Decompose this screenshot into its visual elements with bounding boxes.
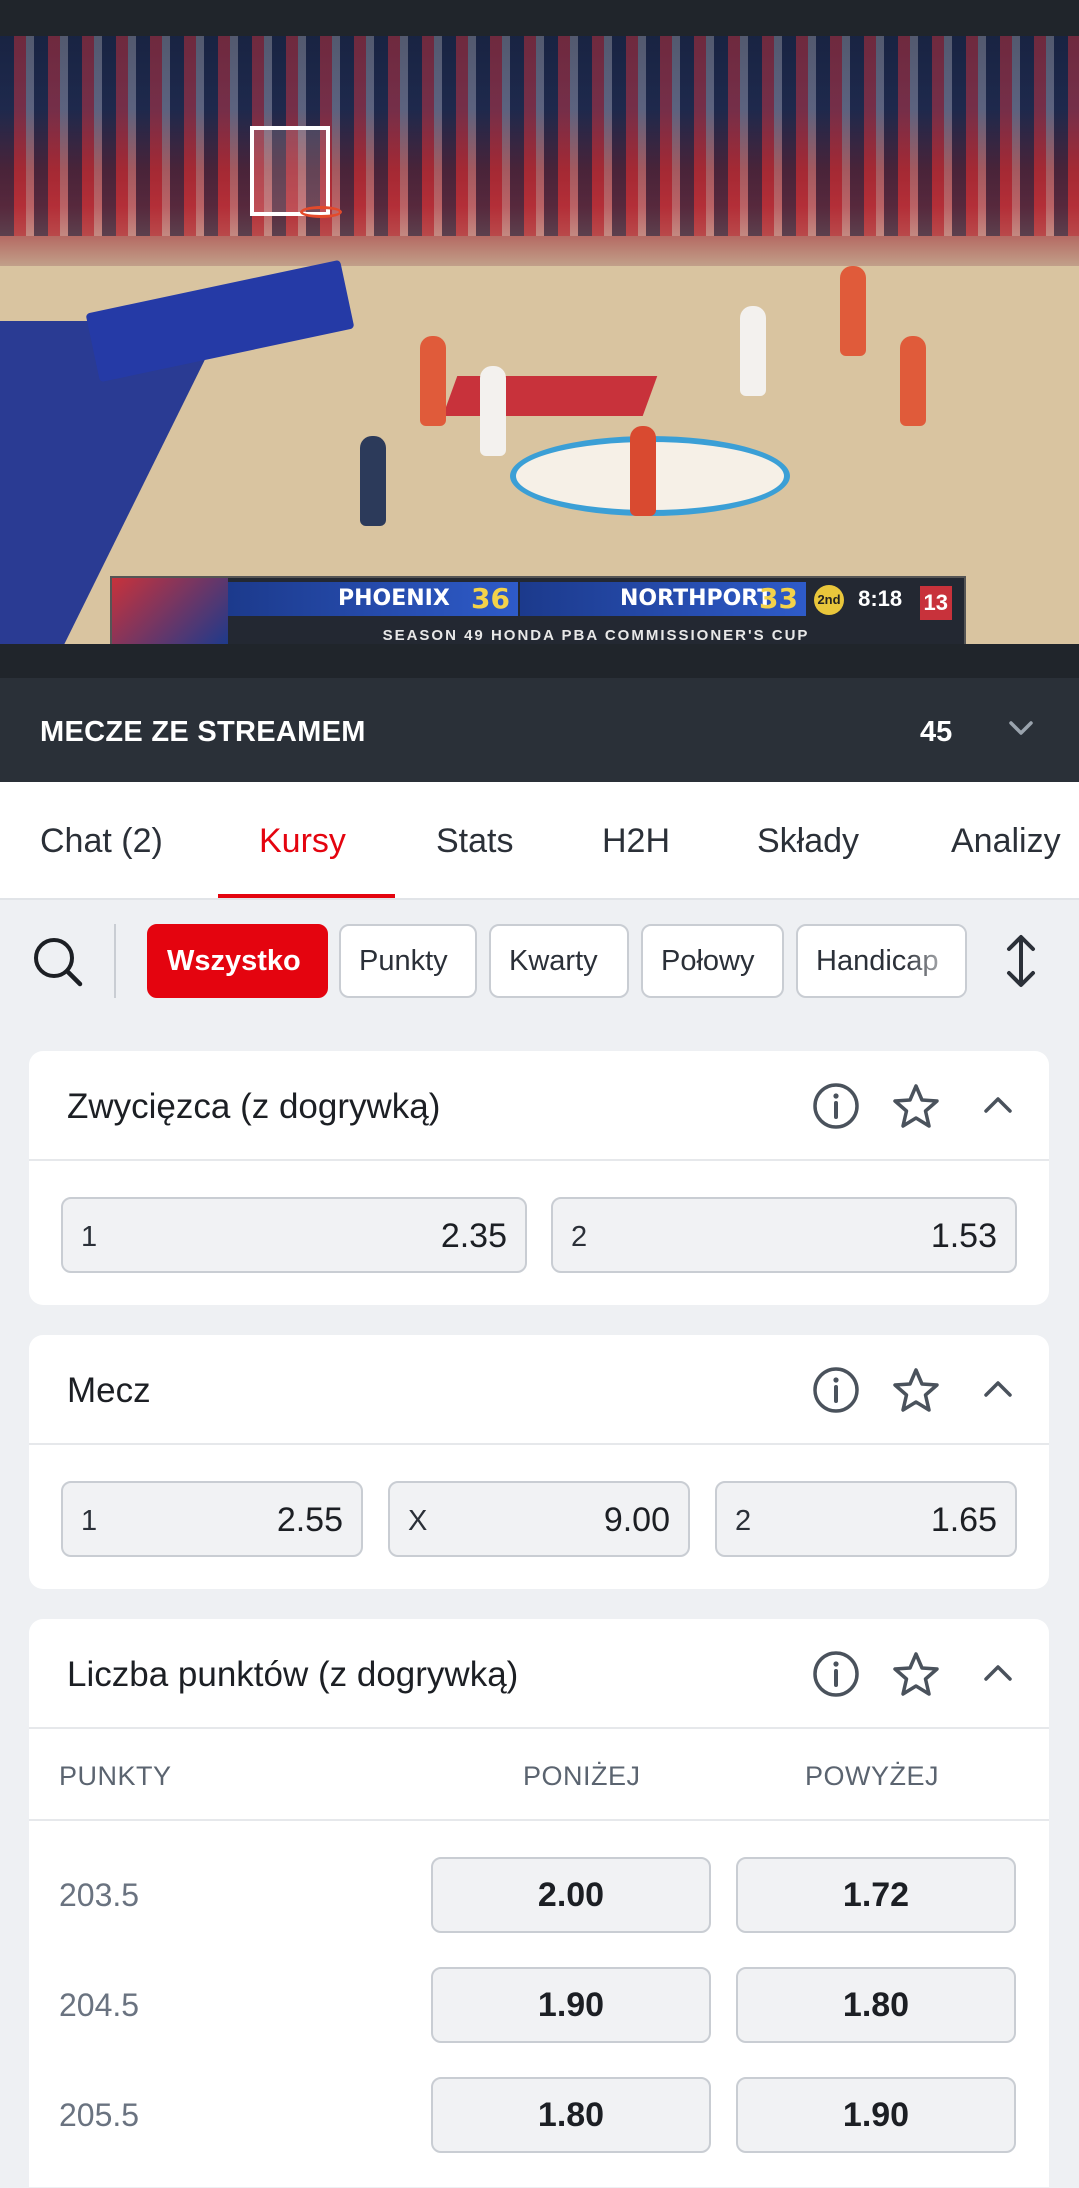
outcome-odds: 1.65	[930, 1501, 997, 1539]
video-bottom-bar	[0, 644, 1079, 678]
market-header[interactable]: Zwycięzca (z dogrywką)	[29, 1051, 1049, 1161]
home-team-score: 36	[471, 582, 510, 615]
tab-h2h[interactable]: H2H	[602, 822, 670, 861]
market-header[interactable]: Mecz	[29, 1335, 1049, 1445]
streams-bar[interactable]: MECZE ZE STREAMEM 45	[0, 678, 1079, 782]
outcome-label: 1	[81, 1221, 98, 1253]
streams-title: MECZE ZE STREAMEM	[40, 716, 366, 748]
filter-polowy[interactable]: Połowy	[641, 924, 784, 998]
season-caption: SEASON 49 HONDA PBA COMMISSIONER'S CUP	[382, 627, 810, 644]
tab-analizy[interactable]: Analizy	[951, 822, 1061, 861]
tab-stats[interactable]: Stats	[436, 822, 513, 861]
market-title: Liczba punktów (z dogrywką)	[67, 1655, 519, 1694]
column-header-over: POWYŻEJ	[805, 1761, 940, 1791]
video-player-figure	[360, 436, 386, 526]
chevron-down-icon[interactable]	[1003, 710, 1039, 746]
video-player-figure	[740, 306, 766, 396]
filter-kwarty[interactable]: Kwarty	[489, 924, 629, 998]
outcome-label: 1	[81, 1505, 98, 1537]
filter-wszystko[interactable]: Wszystko	[147, 924, 328, 998]
market-card-winner: Zwycięzca (z dogrywką) 1 2.35 2 1.53	[29, 1051, 1049, 1305]
star-icon[interactable]	[891, 1649, 941, 1699]
away-team-name: NORTHPORT	[620, 586, 773, 611]
over-odds-button[interactable]: 1.90	[736, 2077, 1016, 2153]
expand-collapse-icon[interactable]	[1001, 932, 1041, 990]
home-team-name: PHOENIX	[338, 586, 450, 611]
away-team-score: 33	[759, 582, 798, 615]
market-title: Zwycięzca (z dogrywką)	[67, 1087, 441, 1126]
video-court-banner	[442, 376, 658, 416]
chevron-up-icon[interactable]	[973, 1365, 1023, 1415]
video-stands	[0, 36, 1079, 236]
market-card-total-points: Liczba punktów (z dogrywką) PUNKTY PONIŻ…	[29, 1619, 1049, 2187]
shot-clock: 13	[919, 586, 952, 620]
video-player-figure	[840, 266, 866, 356]
points-line: 203.5	[59, 1877, 140, 1913]
video-player-figure	[420, 336, 446, 426]
odds-button[interactable]: 1 2.55	[61, 1481, 363, 1557]
market-title: Mecz	[67, 1371, 151, 1410]
market-filters: Wszystko Punkty Kwarty Połowy Handicap	[0, 902, 1079, 1018]
game-clock: 8:18	[858, 586, 903, 611]
away-team-block: NORTHPORT 33	[520, 582, 806, 616]
market-header[interactable]: Liczba punktów (z dogrywką)	[29, 1619, 1049, 1729]
over-odds-button[interactable]: 1.80	[736, 1967, 1016, 2043]
column-header-line: PUNKTY	[59, 1761, 172, 1791]
scoreboard: PHOENIX 36 NORTHPORT 33 2nd 8:18 13 SEAS…	[110, 576, 966, 644]
under-odds-button[interactable]: 1.80	[431, 2077, 711, 2153]
outcome-odds: 9.00	[603, 1501, 670, 1539]
chevron-up-icon[interactable]	[973, 1081, 1023, 1131]
filter-divider	[114, 924, 116, 998]
star-icon[interactable]	[891, 1365, 941, 1415]
game-clock-block: 2nd 8:18 13	[808, 582, 958, 620]
under-odds-button[interactable]: 2.00	[431, 1857, 711, 1933]
match-tabs: Chat (2) Kursy Stats H2H Składy Analizy	[0, 782, 1079, 900]
info-icon[interactable]	[811, 1649, 861, 1699]
filter-handicap[interactable]: Handicap	[796, 924, 967, 998]
odds-button[interactable]: 1 2.35	[61, 1197, 527, 1273]
over-odds-button[interactable]: 1.72	[736, 1857, 1016, 1933]
period-indicator: 2nd	[814, 585, 844, 616]
chevron-up-icon[interactable]	[973, 1649, 1023, 1699]
active-tab-indicator	[218, 894, 395, 898]
league-logo	[112, 578, 228, 644]
outcome-label: 2	[735, 1505, 752, 1537]
status-bar	[0, 0, 1079, 36]
under-odds-button[interactable]: 1.90	[431, 1967, 711, 2043]
column-header-under: PONIŻEJ	[523, 1761, 641, 1791]
market-card-match: Mecz 1 2.55 X 9.00 2 1.65	[29, 1335, 1049, 1589]
info-icon[interactable]	[811, 1365, 861, 1415]
star-icon[interactable]	[891, 1081, 941, 1131]
odds-button[interactable]: X 9.00	[388, 1481, 690, 1557]
points-line: 205.5	[59, 2097, 140, 2133]
outcome-label: 2	[571, 1221, 588, 1253]
outcome-odds: 2.35	[440, 1217, 507, 1255]
outcome-odds: 1.53	[930, 1217, 997, 1255]
odds-button[interactable]: 2 1.65	[715, 1481, 1017, 1557]
outcome-odds: 2.55	[276, 1501, 343, 1539]
tab-chat[interactable]: Chat (2)	[40, 822, 163, 861]
video-player-figure	[480, 366, 506, 456]
filter-punkty[interactable]: Punkty	[339, 924, 477, 998]
home-team-block: PHOENIX 36	[228, 582, 518, 616]
live-video-player[interactable]: PHOENIX 36 NORTHPORT 33 2nd 8:18 13 SEAS…	[0, 36, 1079, 644]
streams-count: 45	[920, 716, 953, 748]
video-player-figure	[630, 426, 656, 516]
tab-sklady[interactable]: Składy	[757, 822, 859, 861]
info-icon[interactable]	[811, 1081, 861, 1131]
outcome-label: X	[408, 1505, 428, 1537]
tab-kursy[interactable]: Kursy	[259, 822, 346, 861]
odds-button[interactable]: 2 1.53	[551, 1197, 1017, 1273]
table-header: PUNKTY PONIŻEJ POWYŻEJ	[29, 1729, 1049, 1821]
video-rim	[300, 206, 342, 218]
video-backboard	[250, 126, 330, 216]
points-line: 204.5	[59, 1987, 140, 2023]
video-player-figure	[900, 336, 926, 426]
search-icon[interactable]	[30, 934, 84, 988]
